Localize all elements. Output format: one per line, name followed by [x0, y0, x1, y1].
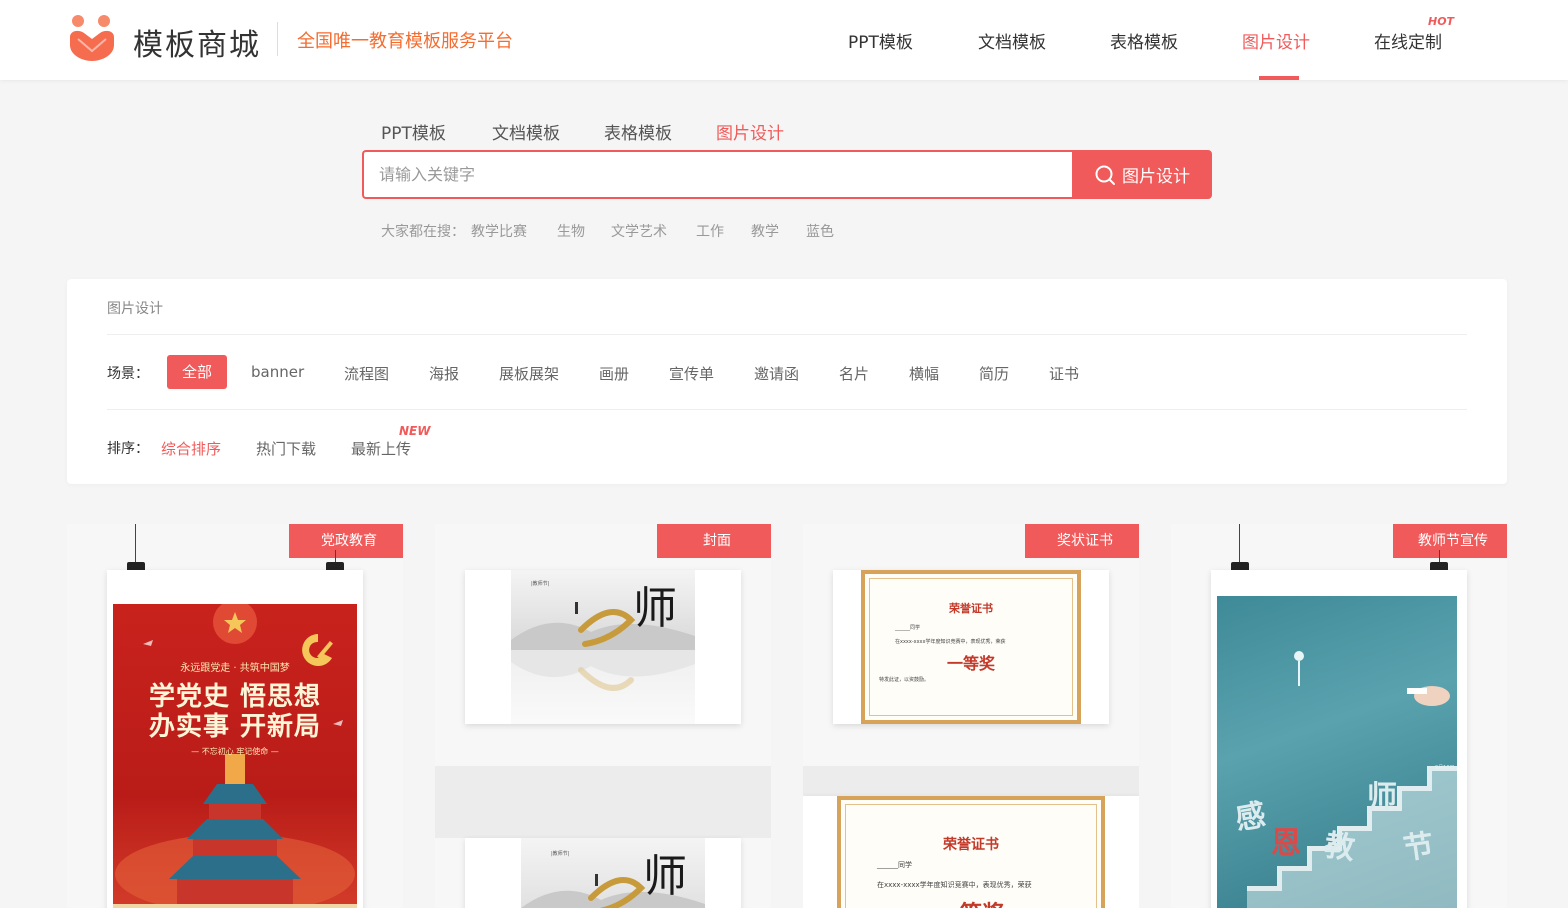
new-badge: NEW	[399, 424, 431, 438]
search-button-label: 图片设计	[1122, 167, 1190, 187]
cover-big-char: 师	[643, 851, 687, 902]
template-card[interactable]: 封面 师 |教师节| 师 |教师节|	[435, 524, 771, 908]
hot-word[interactable]: 教学比赛	[471, 221, 527, 241]
card-tag: 党政教育	[289, 524, 403, 558]
panel-title: 图片设计	[107, 301, 163, 317]
card-tag: 奖状证书	[1025, 524, 1139, 558]
brand-logo-icon[interactable]	[66, 13, 118, 63]
sort-popular[interactable]: 热门下载	[256, 438, 316, 459]
search-tab-sheet[interactable]: 表格模板	[604, 119, 672, 144]
search-icon	[1095, 165, 1115, 185]
nav-sheet[interactable]: 表格模板	[1110, 28, 1178, 53]
template-thumbnail: 永远跟党走 · 共筑中国梦 学党史 悟思想 办实事 开新局 — 不忘初心 牢记使…	[107, 570, 363, 908]
certificate-award: 一等奖	[841, 896, 1101, 908]
scene-filter-poster[interactable]: 海报	[429, 363, 459, 384]
search-button[interactable]: 图片设计	[1072, 150, 1212, 199]
poster-image: 永远跟党走 · 共筑中国梦 学党史 悟思想 办实事 开新局 — 不忘初心 牢记使…	[113, 604, 357, 908]
hanging-string	[1239, 524, 1240, 564]
certificate-footer: 特发此证，以资鼓励。	[879, 677, 930, 683]
nav-doc[interactable]: 文档模板	[978, 28, 1046, 53]
sort-label: 排序：	[107, 441, 149, 457]
template-thumbnail: 荣誉证书 ______同学 在xxxx-xxxx学年度知识竞赛中，表现优秀，荣获…	[833, 570, 1109, 724]
card-gap	[803, 766, 1139, 796]
poster-image: 感 恩 教 师 节 9月10日	[1217, 596, 1457, 908]
certificate-title: 荣誉证书	[943, 837, 999, 853]
hot-word[interactable]: 蓝色	[806, 221, 834, 241]
scene-filter-certificate[interactable]: 证书	[1049, 363, 1079, 384]
nav-image-design[interactable]: 图片设计	[1242, 28, 1310, 53]
search-input[interactable]	[364, 152, 1074, 197]
scene-filter-banner-cn[interactable]: 横幅	[909, 363, 939, 384]
hot-word[interactable]: 教学	[751, 221, 779, 241]
card-gap	[435, 766, 771, 838]
template-thumbnail: 荣誉证书 ______同学 在xxxx-xxxx学年度知识竞赛中，表现优秀，荣获…	[803, 796, 1139, 908]
certificate-image: 荣誉证书 ______同学 在xxxx-xxxx学年度知识竞赛中，表现优秀，荣获…	[837, 796, 1105, 908]
divider	[107, 334, 1467, 335]
poster-headline: 办实事 开新局	[148, 712, 322, 742]
nav-active-indicator	[1259, 76, 1299, 80]
filter-panel: 图片设计 场景： 全部 banner 流程图 海报 展板展架 画册 宣传单 邀请…	[67, 279, 1507, 484]
certificate-student: ______同学	[895, 625, 921, 631]
template-thumbnail: 感 恩 教 师 节 9月10日	[1211, 570, 1467, 908]
hot-word[interactable]: 文学艺术	[611, 221, 667, 241]
certificate-student: ______同学	[877, 861, 912, 869]
card-tag: 封面	[657, 524, 771, 558]
poster-word: 教	[1322, 828, 1357, 867]
cover-tag: |教师节|	[531, 581, 550, 587]
poster-top-line: 永远跟党走 · 共筑中国梦	[180, 663, 290, 674]
brand-name[interactable]: 模板商城	[133, 20, 261, 64]
cover-big-char: 师	[633, 583, 677, 634]
scene-filter-flyer[interactable]: 宣传单	[669, 363, 714, 384]
scene-label: 场景：	[107, 366, 149, 382]
certificate-image: 荣誉证书 ______同学 在xxxx-xxxx学年度知识竞赛中，表现优秀，荣获…	[861, 570, 1081, 724]
card-tag: 教师节宣传	[1393, 524, 1507, 558]
template-thumbnail: 师 |教师节|	[465, 570, 741, 724]
certificate-text: 在xxxx-xxxx学年度知识竞赛中，表现优秀，荣获	[895, 639, 1006, 645]
nav-ppt[interactable]: PPT模板	[848, 28, 913, 53]
poster-footer-line: — 不忘初心 牢记使命 —	[191, 747, 279, 756]
poster-date: 9月10日	[1435, 765, 1455, 771]
cover-image: 师 |教师节|	[511, 570, 695, 724]
cover-tag: |教师节|	[551, 851, 570, 857]
poster-word: 节	[1401, 828, 1436, 867]
template-card[interactable]: 党政教育 永远跟党走 · 共筑中国梦 学党史 悟思想 办实事 开新局 — 不忘初…	[67, 524, 403, 908]
poster-word: 师	[1367, 780, 1397, 815]
hot-word[interactable]: 生物	[557, 221, 585, 241]
scene-filter-business-card[interactable]: 名片	[839, 363, 869, 384]
divider	[107, 409, 1467, 410]
search-tab-doc[interactable]: 文档模板	[492, 119, 560, 144]
template-card[interactable]: 教师节宣传 感 恩 教 师 节 9月10日	[1171, 524, 1507, 908]
scene-filter-display-board[interactable]: 展板展架	[499, 363, 559, 384]
header-divider	[277, 22, 278, 56]
scene-filter-brochure[interactable]: 画册	[599, 363, 629, 384]
top-header: 模板商城 全国唯一教育模板服务平台 PPT模板 文档模板 表格模板 图片设计 在…	[0, 0, 1568, 80]
hot-search-label: 大家都在搜：	[381, 224, 465, 240]
hot-word[interactable]: 工作	[696, 221, 724, 241]
template-card[interactable]: 奖状证书 荣誉证书 ______同学 在xxxx-xxxx学年度知识竞赛中，表现…	[803, 524, 1139, 908]
hanging-string	[135, 524, 136, 564]
nav-custom[interactable]: 在线定制	[1374, 28, 1442, 53]
cover-image: 师 |教师节|	[521, 838, 705, 908]
search-box	[362, 150, 1074, 199]
scene-filter-flowchart[interactable]: 流程图	[344, 363, 389, 384]
scene-filter-banner[interactable]: banner	[251, 363, 304, 381]
certificate-text: 在xxxx-xxxx学年度知识竞赛中，表现优秀，荣获	[877, 881, 1032, 889]
sort-overall[interactable]: 综合排序	[161, 438, 221, 459]
hot-badge: HOT	[1428, 15, 1455, 28]
poster-word: 恩	[1271, 826, 1301, 861]
certificate-award: 一等奖	[946, 654, 995, 673]
search-tab-ppt[interactable]: PPT模板	[381, 119, 446, 144]
scene-filter-resume[interactable]: 简历	[979, 363, 1009, 384]
certificate-title: 荣誉证书	[949, 602, 993, 615]
scene-filter-invitation[interactable]: 邀请函	[754, 363, 799, 384]
scene-filter-all[interactable]: 全部	[167, 355, 227, 389]
sort-latest[interactable]: 最新上传	[351, 438, 411, 459]
brand-slogan: 全国唯一教育模板服务平台	[297, 31, 513, 52]
search-tab-image[interactable]: 图片设计	[716, 119, 784, 144]
template-thumbnail: 师 |教师节|	[465, 838, 741, 908]
